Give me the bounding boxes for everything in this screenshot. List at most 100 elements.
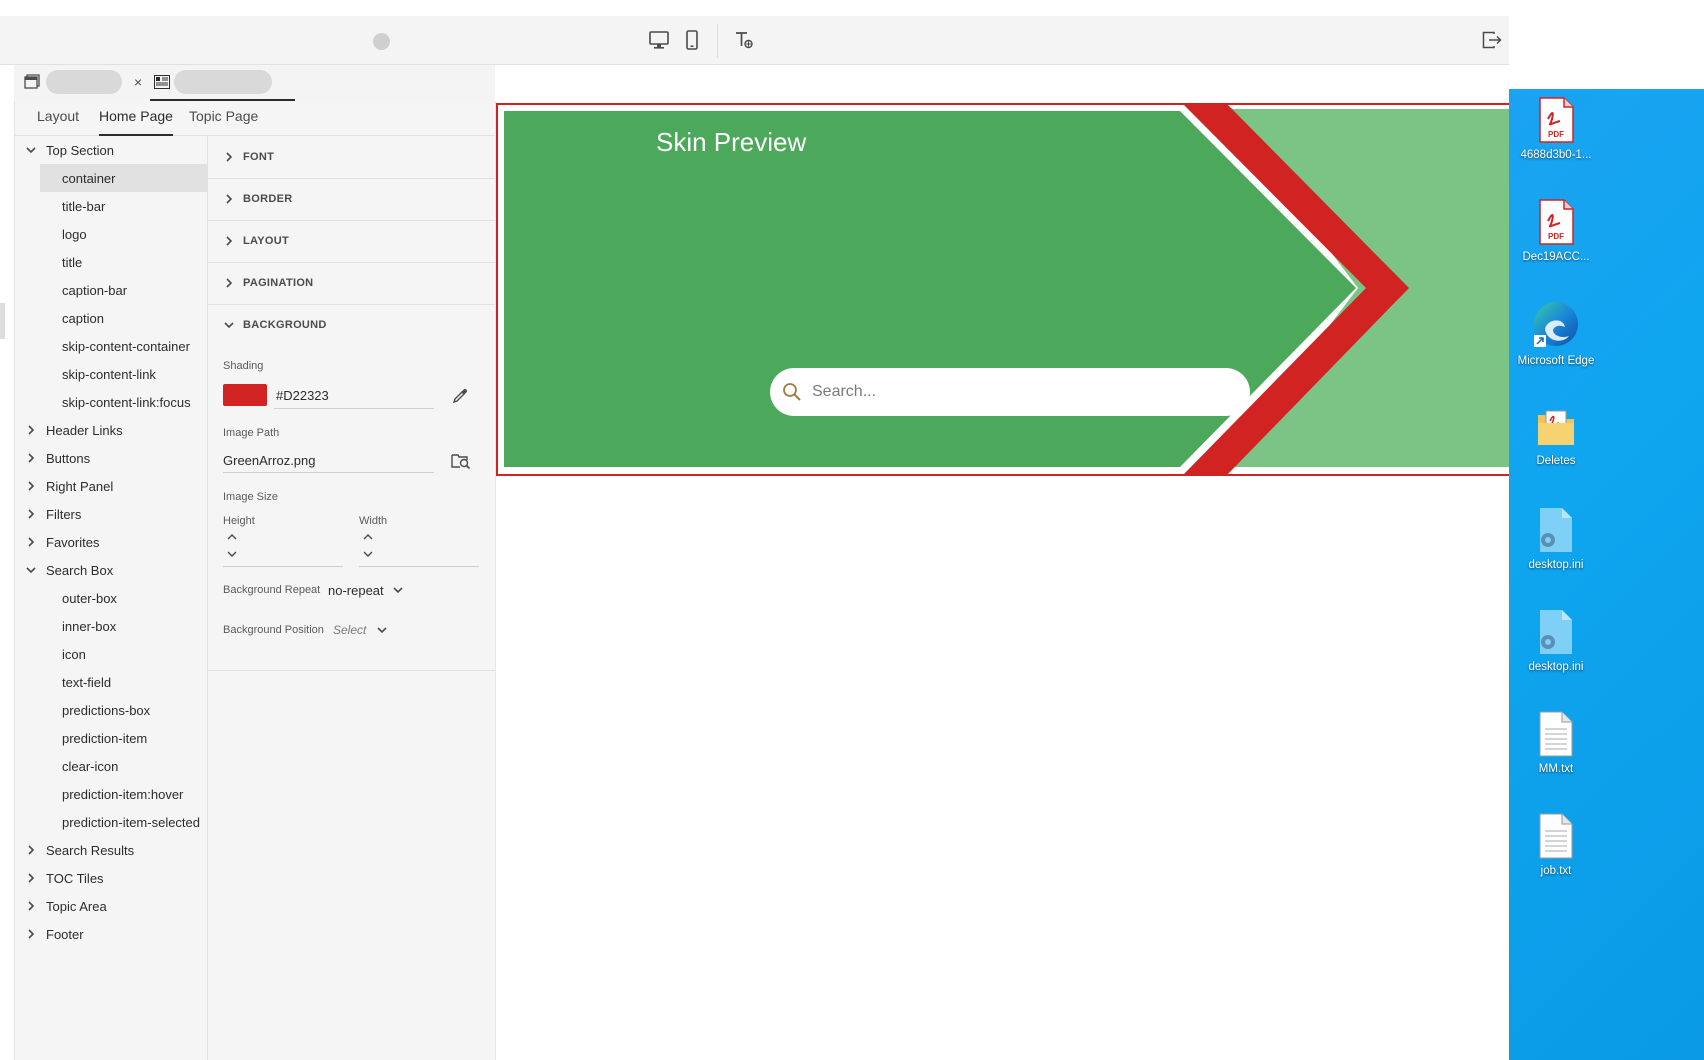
pdf-file-icon: PDF <box>1539 97 1574 143</box>
doc-tab-1[interactable]: × <box>24 65 148 99</box>
preview-title: Skin Preview <box>656 127 807 157</box>
close-icon[interactable]: × <box>134 74 142 90</box>
skin-editor-window: × Layout Home Page Topic Page Top Sectio… <box>0 0 1509 1060</box>
tree-item-text-field[interactable]: text-field <box>15 668 207 696</box>
chevron-down-icon <box>377 627 387 634</box>
left-strip-handle[interactable] <box>0 303 5 339</box>
section-border[interactable]: BORDER <box>208 178 495 221</box>
preview-container-frame[interactable]: Skin Preview Search... <box>496 103 1509 476</box>
chevron-right-icon <box>28 537 35 547</box>
chevron-right-icon <box>28 425 35 435</box>
tree-item-prediction-item-selected[interactable]: prediction-item-selected <box>15 808 207 836</box>
tree-group-label: Topic Area <box>46 898 107 914</box>
tree-group-label: Search Results <box>46 842 135 858</box>
desktop-icon-label: 4688d3b0-1... <box>1520 149 1592 161</box>
tree-item-skip-content-link[interactable]: skip-content-link <box>15 360 207 388</box>
tree-group-right-panel[interactable]: Right Panel <box>15 472 207 500</box>
shading-hex-field[interactable]: #D22323 <box>276 388 329 403</box>
edge-browser-icon <box>1534 302 1578 347</box>
desktop-icon-label: desktop.ini <box>1528 559 1584 571</box>
bg-position-value: Select <box>333 623 367 637</box>
tree-item-inner-box[interactable]: inner-box <box>15 612 207 640</box>
tree-item-skip-content-container[interactable]: skip-content-container <box>15 332 207 360</box>
desktop-icon-edge[interactable]: Microsoft Edge <box>1516 299 1596 368</box>
tree-group-search-results[interactable]: Search Results <box>15 836 207 864</box>
tree-item-skip-content-link-focus[interactable]: skip-content-link:focus <box>15 388 207 416</box>
bg-position-select[interactable]: Select <box>333 620 388 640</box>
windows-desktop: PDF 4688d3b0-1... PDF Dec19ACC... Micros… <box>1509 89 1704 1060</box>
mobile-view-icon[interactable] <box>680 28 704 52</box>
tree-item-caption-bar[interactable]: caption-bar <box>15 276 207 304</box>
tree-item-label: prediction-item:hover <box>62 786 184 802</box>
desktop-icon-pdf-2[interactable]: PDF Dec19ACC... <box>1516 199 1596 264</box>
tree-group-label: Top Section <box>46 142 114 158</box>
browse-image-icon[interactable] <box>451 452 471 470</box>
tab-home-page[interactable]: Home Page <box>99 108 173 136</box>
tab-layout[interactable]: Layout <box>37 108 79 134</box>
tree-item-label: caption <box>62 310 104 326</box>
desktop-icon-pdf-1[interactable]: PDF 4688d3b0-1... <box>1516 97 1596 162</box>
desktop-icon-label: job.txt <box>1540 865 1572 877</box>
tree-item-prediction-item-hover[interactable]: prediction-item:hover <box>15 780 207 808</box>
tree-group-topic-area[interactable]: Topic Area <box>15 892 207 920</box>
text-file-icon <box>1539 711 1573 757</box>
tree-group-filters[interactable]: Filters <box>15 500 207 528</box>
tree-item-icon[interactable]: icon <box>15 640 207 668</box>
bg-repeat-select[interactable]: no-repeat <box>328 580 404 600</box>
tree-item-caption[interactable]: caption <box>15 304 207 332</box>
tree-item-label: skip-content-link:focus <box>62 394 191 410</box>
text-format-icon[interactable] <box>732 28 756 52</box>
folder-icon <box>1538 410 1574 445</box>
section-background[interactable]: BACKGROUND <box>208 304 495 346</box>
desktop-icon-folder[interactable]: Deletes <box>1516 405 1596 468</box>
tab-topic-page[interactable]: Topic Page <box>189 108 258 134</box>
tree-group-header-links[interactable]: Header Links <box>15 416 207 444</box>
search-icon <box>783 383 801 401</box>
desktop-icon-txt-mm[interactable]: MM.txt <box>1516 711 1596 776</box>
desktop-icon-label: Deletes <box>1536 455 1576 467</box>
section-label: BORDER <box>243 193 293 205</box>
tree-item-title-bar[interactable]: title-bar <box>15 192 207 220</box>
desktop-icon-ini-1[interactable]: desktop.ini <box>1516 507 1596 572</box>
tree-item-clear-icon[interactable]: clear-icon <box>15 752 207 780</box>
tree-item-label: skip-content-container <box>62 338 190 354</box>
tree-group-buttons[interactable]: Buttons <box>15 444 207 472</box>
doc-tab-2[interactable] <box>150 65 295 101</box>
desktop-icon-txt-job[interactable]: job.txt <box>1516 813 1596 878</box>
tree-item-prediction-item[interactable]: prediction-item <box>15 724 207 752</box>
chevron-right-icon <box>28 901 35 911</box>
tree-item-title[interactable]: title <box>15 248 207 276</box>
height-stepper[interactable] <box>226 532 238 562</box>
exit-icon[interactable] <box>1480 28 1504 52</box>
tree-group-label: Favorites <box>46 534 100 550</box>
tree-item-logo[interactable]: logo <box>15 220 207 248</box>
height-field-underline <box>223 566 343 567</box>
width-field-underline <box>359 566 479 567</box>
tree-item-predictions-box[interactable]: predictions-box <box>15 696 207 724</box>
tree-group-search-box[interactable]: Search Box <box>15 556 207 584</box>
tree-item-outer-box[interactable]: outer-box <box>15 584 207 612</box>
tree-group-footer[interactable]: Footer <box>15 920 207 948</box>
preview-search-box[interactable]: Search... <box>770 368 1250 416</box>
image-path-underline <box>223 472 434 473</box>
section-layout[interactable]: LAYOUT <box>208 220 495 263</box>
width-stepper[interactable] <box>362 532 374 562</box>
desktop-view-icon[interactable] <box>647 28 671 52</box>
svg-text:PDF: PDF <box>1548 130 1564 139</box>
tree-group-favorites[interactable]: Favorites <box>15 528 207 556</box>
tree-item-label: container <box>62 170 116 186</box>
image-path-field[interactable]: GreenArroz.png <box>223 453 316 468</box>
tree-group-toc-tiles[interactable]: TOC Tiles <box>15 864 207 892</box>
desktop-icon-label: Microsoft Edge <box>1517 355 1595 367</box>
desktop-icon-ini-2[interactable]: desktop.ini <box>1516 609 1596 674</box>
eyedropper-icon[interactable] <box>451 387 469 405</box>
shading-color-swatch[interactable] <box>223 384 267 406</box>
tree-group-top-section[interactable]: Top Section <box>15 136 207 164</box>
section-pagination[interactable]: PAGINATION <box>208 262 495 305</box>
tree-item-label: prediction-item <box>62 730 148 746</box>
tree-item-label: text-field <box>62 674 112 690</box>
tree-item-container[interactable]: container <box>40 164 207 192</box>
section-font[interactable]: FONT <box>208 136 495 179</box>
tree-group-label: Right Panel <box>46 478 114 494</box>
doc-tab-1-name-redacted <box>46 70 122 94</box>
